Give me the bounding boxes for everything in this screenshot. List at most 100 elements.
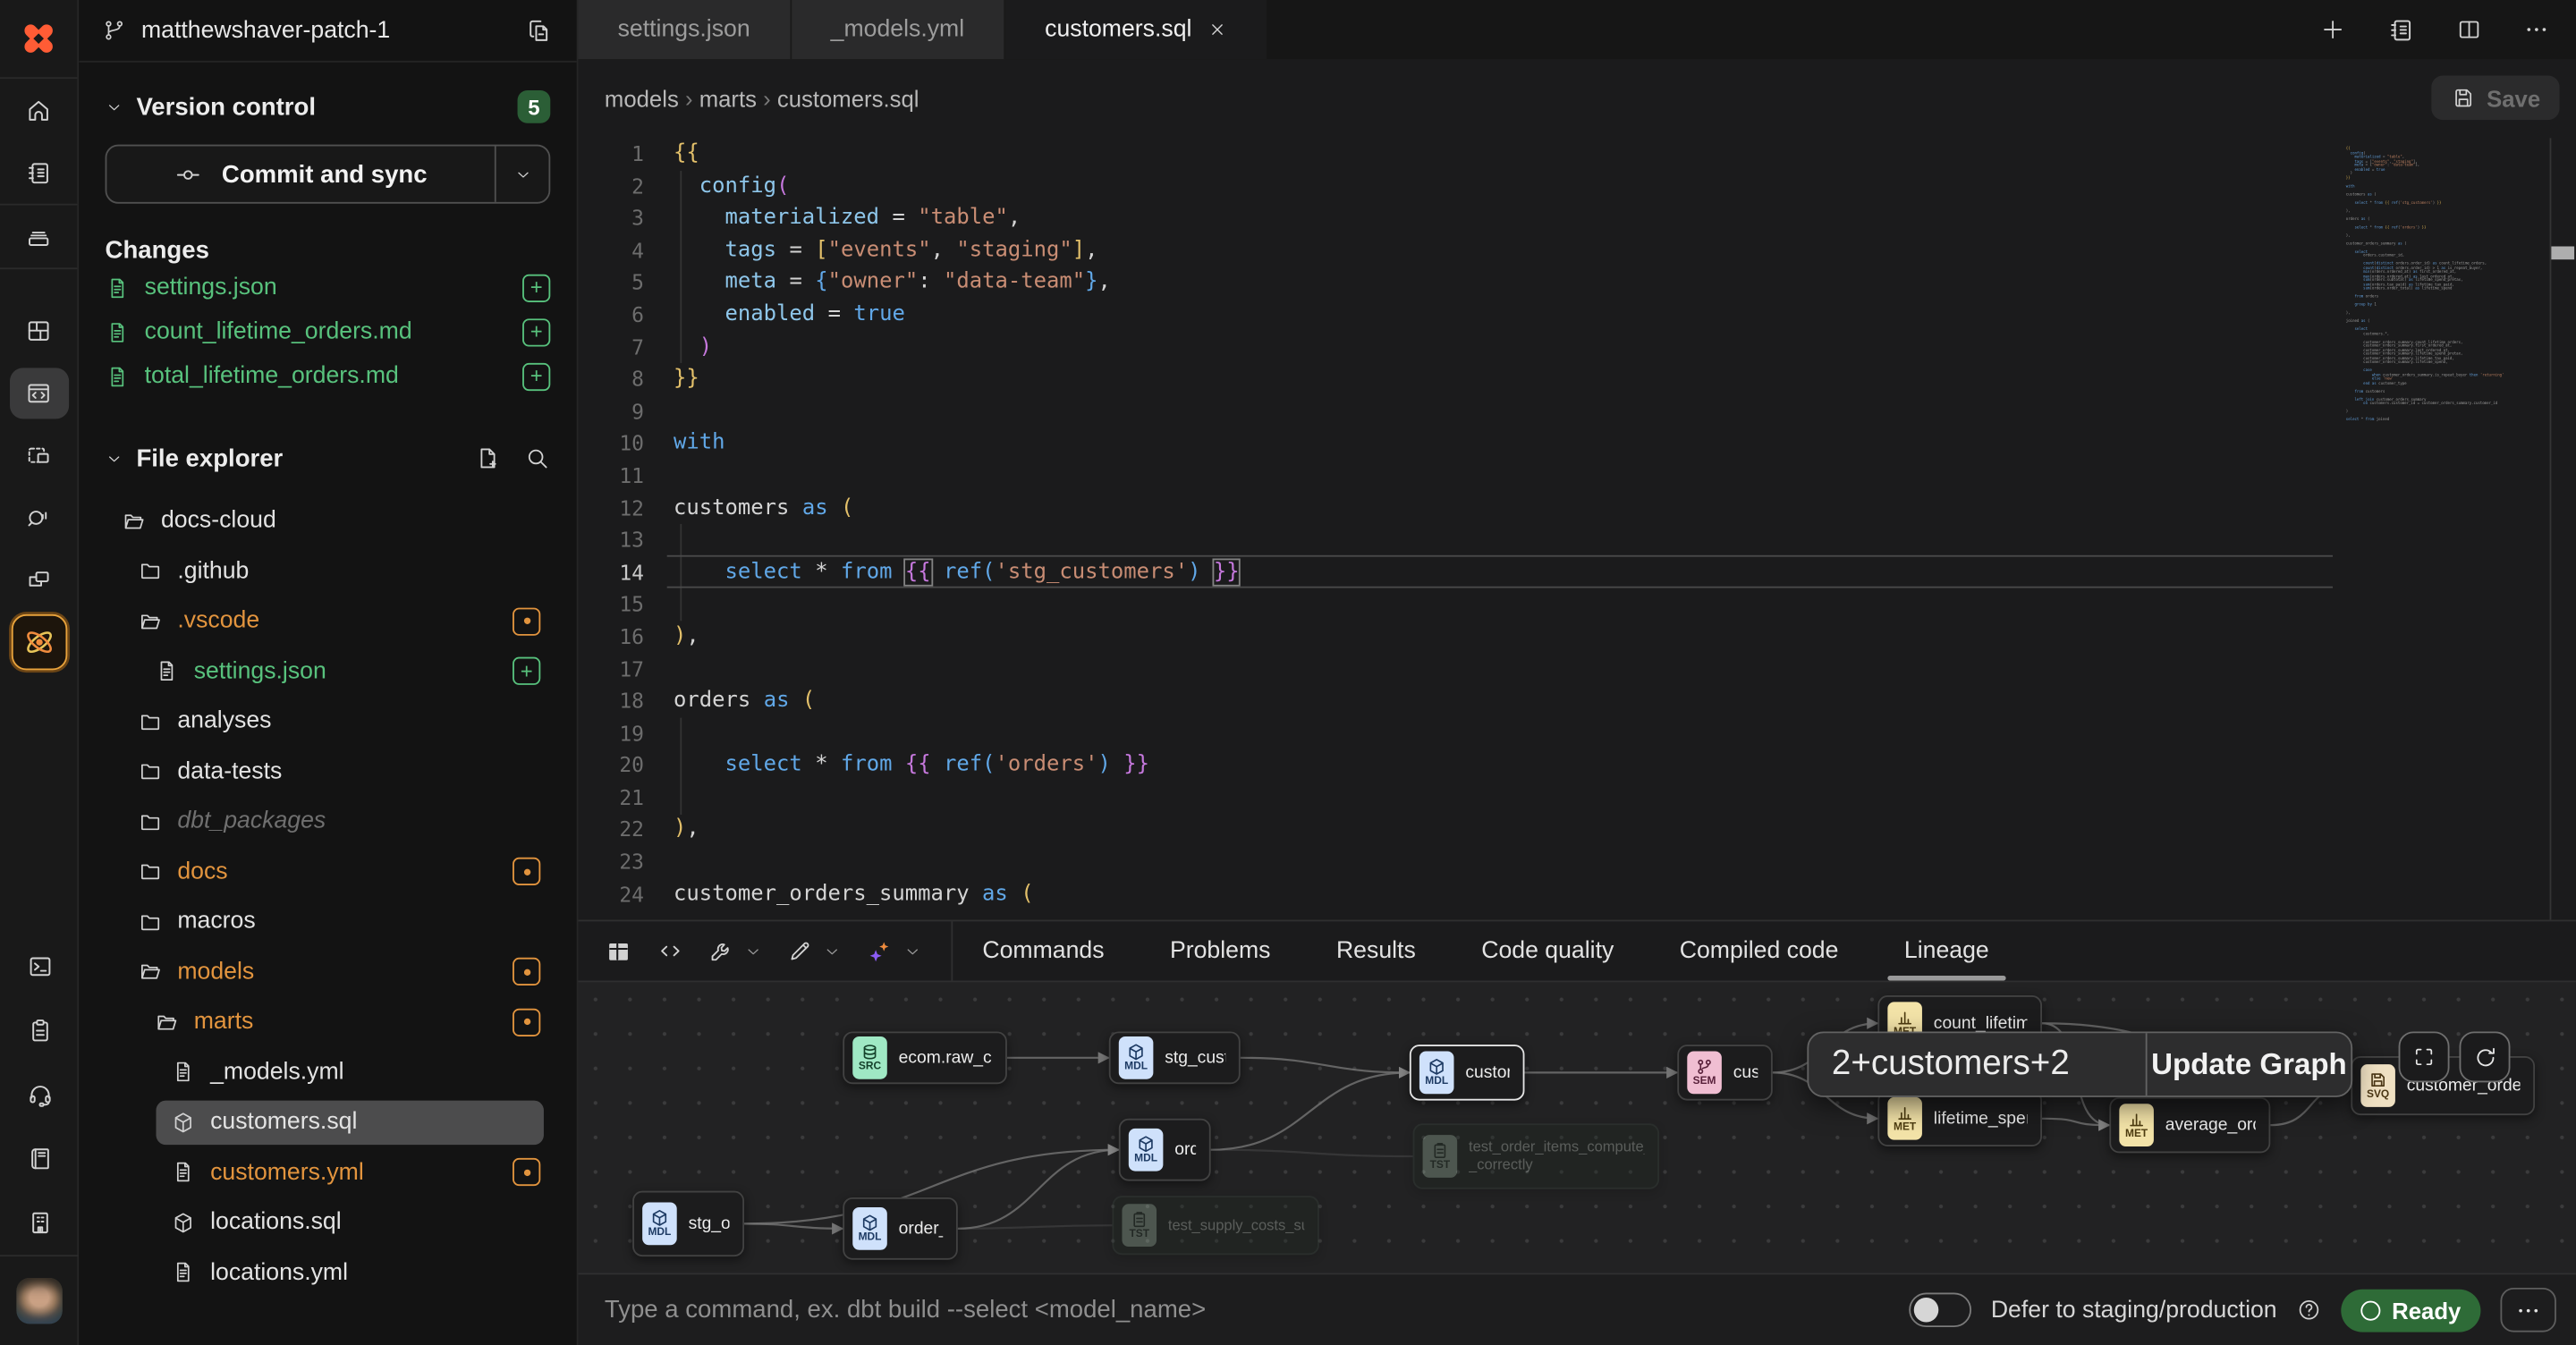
search-icon[interactable] xyxy=(524,445,550,471)
sidebar-terminal-icon[interactable] xyxy=(0,935,79,999)
sidebar-book-icon[interactable] xyxy=(0,1127,79,1191)
sidebar-home-icon[interactable] xyxy=(0,79,78,141)
changelog-icon[interactable] xyxy=(2387,15,2415,43)
branch-name[interactable]: matthewshaver-patch-1 xyxy=(141,17,511,43)
chevron-down-icon[interactable] xyxy=(903,942,921,960)
sidebar-dbt-copilot-icon[interactable] xyxy=(0,611,78,673)
new-tab-icon[interactable] xyxy=(2319,16,2345,42)
tree-item-_models.yml[interactable]: _models.yml xyxy=(96,1047,561,1097)
tab-commands[interactable]: Commands xyxy=(979,938,1108,964)
tree-item-customers.sql[interactable]: customers.sql xyxy=(96,1097,561,1147)
modified-badge[interactable] xyxy=(513,858,540,885)
lineage-node-orders[interactable]: MDL orders xyxy=(1119,1119,1211,1181)
tree-item-analyses[interactable]: analyses xyxy=(96,697,561,747)
save-button[interactable]: Save xyxy=(2431,75,2559,120)
lineage-selector-input[interactable]: 2+customers+2 xyxy=(1809,1045,2146,1084)
stage-file-button[interactable] xyxy=(522,362,550,390)
modified-badge[interactable] xyxy=(513,607,540,635)
tree-item-docs[interactable]: docs xyxy=(96,847,561,897)
tree-item-models[interactable]: models xyxy=(96,947,561,997)
tree-item-data-tests[interactable]: data-tests xyxy=(96,747,561,797)
tab-lineage[interactable]: Lineage xyxy=(1901,938,1992,964)
breadcrumb-item[interactable]: models xyxy=(605,86,679,112)
sidebar-clipboard-icon[interactable] xyxy=(0,999,79,1063)
tree-item-locations.yml[interactable]: locations.yml xyxy=(96,1248,561,1298)
sidebar-notebook-icon[interactable] xyxy=(0,141,78,204)
tab-settings.json[interactable]: settings.json xyxy=(579,0,792,59)
split-editor-icon[interactable] xyxy=(2456,16,2482,42)
breadcrumb-item[interactable]: marts xyxy=(699,86,757,112)
tree-item-dbt_packages[interactable]: dbt_packages xyxy=(96,797,561,847)
tree-item-marts[interactable]: marts xyxy=(96,997,561,1047)
fullscreen-icon[interactable] xyxy=(2399,1031,2450,1082)
lineage-node-average_order_value[interactable]: MET average_order_value xyxy=(2109,1097,2270,1153)
user-avatar[interactable] xyxy=(0,1256,79,1345)
chevron-down-icon[interactable] xyxy=(744,942,762,960)
changed-file-row[interactable]: count_lifetime_orders.md xyxy=(96,310,561,353)
lineage-canvas[interactable]: SRC ecom.raw_customers MDL stg_customers M… xyxy=(579,981,2576,1273)
close-icon[interactable] xyxy=(1208,20,1228,39)
stage-file-button[interactable] xyxy=(513,657,540,685)
commit-options-dropdown[interactable] xyxy=(495,146,549,201)
lineage-node-lifetime_spend_pretax[interactable]: MET lifetime_spend_pretax xyxy=(1877,1091,2042,1146)
lineage-node-raw_customers[interactable]: SRC ecom.raw_customers xyxy=(843,1031,1007,1084)
tab-results[interactable]: Results xyxy=(1333,938,1419,964)
tree-item-locations.sql[interactable]: locations.sql xyxy=(96,1197,561,1248)
tab-problems[interactable]: Problems xyxy=(1166,938,1274,964)
format-icon[interactable] xyxy=(787,938,813,964)
defer-toggle[interactable] xyxy=(1909,1292,1971,1327)
tree-item-.github[interactable]: .github xyxy=(96,546,561,596)
changed-file-row[interactable]: settings.json xyxy=(96,266,561,309)
command-input[interactable]: Type a command, ex. dbt build --select <… xyxy=(605,1296,1909,1324)
new-file-icon[interactable] xyxy=(475,445,501,471)
lineage-node-stg_orders[interactable]: MDL stg_orders xyxy=(632,1191,744,1256)
sidebar-organization-icon[interactable] xyxy=(0,1191,79,1256)
results-table-icon[interactable] xyxy=(605,937,632,965)
tree-item-.vscode[interactable]: .vscode xyxy=(96,596,561,647)
tab-code-quality[interactable]: Code quality xyxy=(1479,938,1617,964)
copy-icon[interactable] xyxy=(526,16,554,44)
stage-file-button[interactable] xyxy=(522,317,550,345)
sidebar-dashboard-icon[interactable] xyxy=(0,299,78,361)
sidebar-headset-icon[interactable] xyxy=(0,1062,79,1127)
commit-and-sync-button[interactable]: Commit and sync xyxy=(106,145,551,204)
minimap[interactable]: {{ config( materialized = "table", tags … xyxy=(2333,138,2549,919)
tree-item-docs-cloud[interactable]: docs-cloud xyxy=(96,496,561,546)
file-explorer-header[interactable]: File explorer xyxy=(96,437,561,480)
build-tools-icon[interactable] xyxy=(708,938,734,964)
lineage-node-stg_customers[interactable]: MDL stg_customers xyxy=(1109,1031,1241,1084)
sidebar-code-editor-icon[interactable] xyxy=(0,361,78,424)
lineage-node-test_order_items[interactable]: TST test_order_items_compute_to_bools _c… xyxy=(1413,1123,1660,1189)
lineage-node-test_supply[interactable]: TST test_supply_costs_sum_correctly xyxy=(1112,1196,1318,1255)
refresh-icon[interactable] xyxy=(2460,1031,2511,1082)
chevron-down-icon[interactable] xyxy=(823,942,841,960)
tree-item-customers.yml[interactable]: customers.yml xyxy=(96,1147,561,1197)
stage-file-button[interactable] xyxy=(522,274,550,301)
tree-item-macros[interactable]: macros xyxy=(96,897,561,947)
tab-customers.sql[interactable]: customers.sql xyxy=(1005,0,1267,59)
sidebar-inbox-icon[interactable] xyxy=(0,206,78,268)
help-icon[interactable] xyxy=(2297,1298,2322,1323)
modified-badge[interactable] xyxy=(513,958,540,985)
breadcrumb-item[interactable]: customers.sql xyxy=(777,86,919,112)
sidebar-search-insights-icon[interactable] xyxy=(0,486,78,549)
more-options-icon[interactable] xyxy=(2523,16,2549,42)
sidebar-windows-link-icon[interactable] xyxy=(0,548,78,611)
tab-compiled-code[interactable]: Compiled code xyxy=(1676,938,1842,964)
lineage-node-customers_sem[interactable]: SEM customers xyxy=(1677,1045,1773,1100)
modified-badge[interactable] xyxy=(513,1008,540,1036)
lineage-node-customers[interactable]: MDL customers xyxy=(1410,1045,1525,1100)
tree-item-settings.json[interactable]: settings.json xyxy=(96,647,561,697)
code-preview-icon[interactable] xyxy=(657,938,683,964)
code-editor[interactable]: 1{{2 config(3 materialized = "table",4 t… xyxy=(579,138,2576,919)
sidebar-preview-window-icon[interactable] xyxy=(0,424,78,486)
changed-file-row[interactable]: total_lifetime_orders.md xyxy=(96,355,561,398)
modified-badge[interactable] xyxy=(513,1158,540,1186)
tab-_models.yml[interactable]: _models.yml xyxy=(792,0,1005,59)
dbt-assist-icon[interactable] xyxy=(866,937,894,965)
update-graph-button[interactable]: Update Graph xyxy=(2148,1047,2351,1082)
dbt-logo-icon[interactable] xyxy=(0,0,77,79)
version-control-header[interactable]: Version control 5 xyxy=(96,86,561,129)
lineage-node-order_items[interactable]: MDL order_items xyxy=(843,1197,958,1260)
editor-scrollbar[interactable] xyxy=(2550,138,2576,919)
